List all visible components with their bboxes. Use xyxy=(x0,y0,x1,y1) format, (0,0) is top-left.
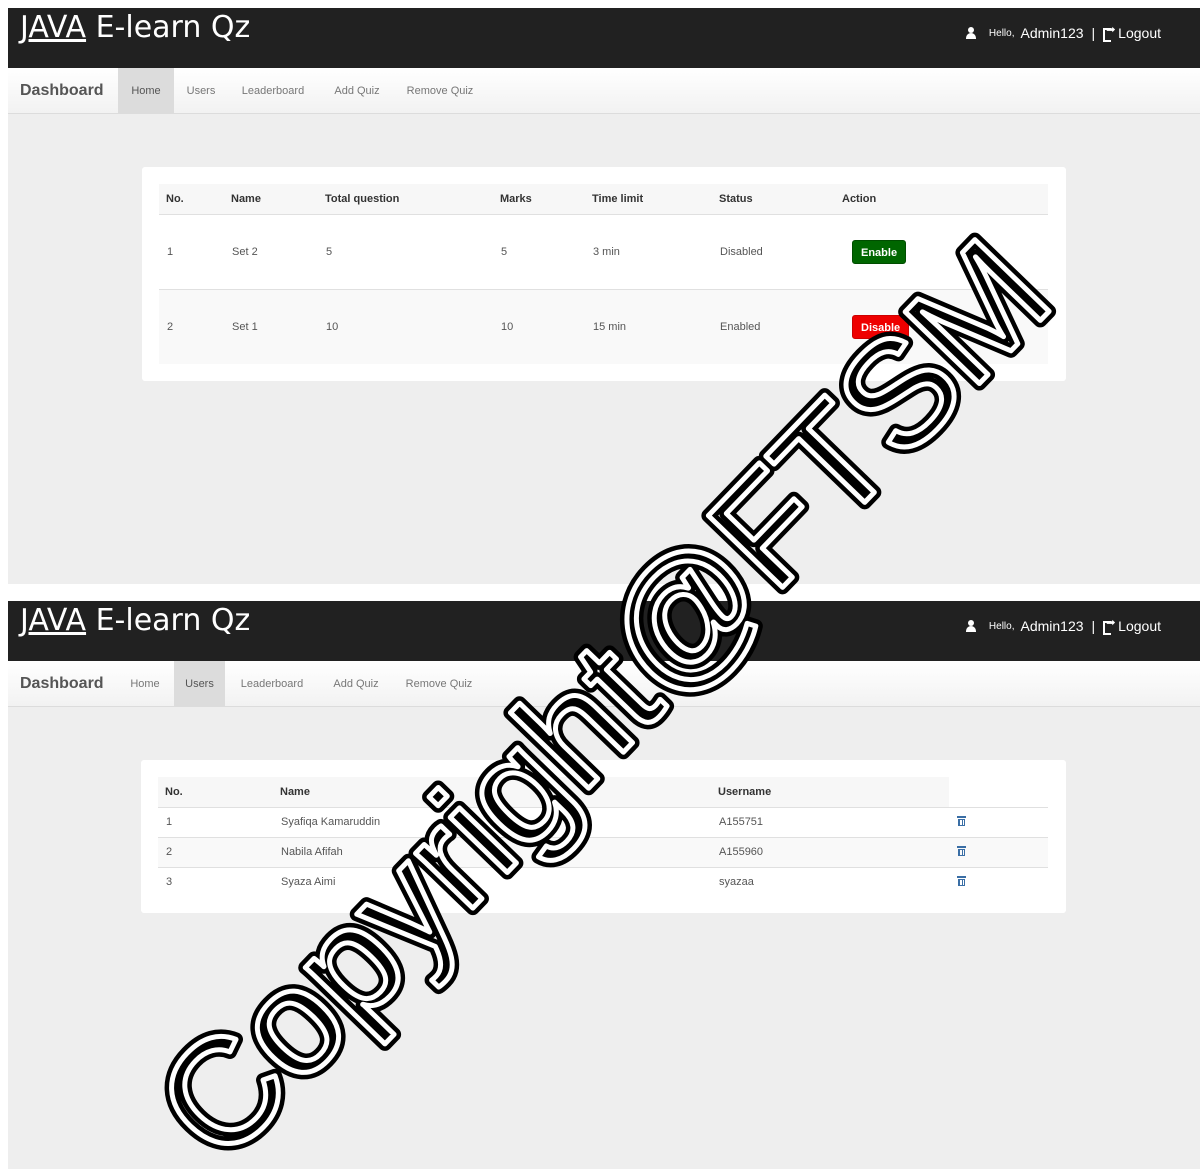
nav-item-remove-quiz[interactable]: Remove Quiz xyxy=(396,68,484,114)
cell-name: Set 2 xyxy=(224,213,318,289)
nav-item-leaderboard[interactable]: Leaderboard xyxy=(227,661,317,707)
users-panel: No. Name Username 1 Syafiqa Kamaruddin A… xyxy=(141,760,1066,913)
logout-icon xyxy=(1103,23,1115,42)
table-row: 1 Syafiqa Kamaruddin A155751 xyxy=(158,806,1048,837)
trash-icon[interactable] xyxy=(957,845,966,856)
cell-status: Enabled xyxy=(712,288,835,364)
nav-item-home[interactable]: Home xyxy=(118,661,172,707)
cell-no: 2 xyxy=(159,288,224,364)
cell-no: 2 xyxy=(158,836,273,867)
col-header-name: Name xyxy=(273,777,711,808)
cell-marks: 5 xyxy=(493,213,585,289)
col-header-action: Action xyxy=(835,184,1048,215)
logout-link[interactable]: Logout xyxy=(1103,23,1161,42)
cell-no: 1 xyxy=(158,806,273,837)
cell-delete xyxy=(949,836,1048,867)
nav-item-home[interactable]: Home xyxy=(118,68,174,114)
cell-total: 10 xyxy=(318,288,493,364)
top-bar: JAVA E-learn Qz Hello, Admin123 | Logout xyxy=(8,601,1200,661)
cell-username: A155751 xyxy=(711,806,949,837)
cell-time: 15 min xyxy=(585,288,712,364)
col-header-no: No. xyxy=(159,184,224,215)
col-header-no: No. xyxy=(158,777,273,808)
nav-item-add-quiz[interactable]: Add Quiz xyxy=(318,68,396,114)
cell-no: 3 xyxy=(158,866,273,897)
screenshot-home: JAVA E-learn Qz Hello, Admin123 | Logout… xyxy=(8,8,1200,584)
col-header-total-question: Total question xyxy=(318,184,493,215)
disable-button[interactable]: Disable xyxy=(852,314,910,339)
cell-name: Syafiqa Kamaruddin xyxy=(273,806,711,837)
nav-item-remove-quiz[interactable]: Remove Quiz xyxy=(395,661,483,707)
nav-bar: Dashboard Home Users Leaderboard Add Qui… xyxy=(8,68,1200,114)
quiz-table: No. Name Total question Marks Time limit… xyxy=(159,184,1048,364)
col-header-time-limit: Time limit xyxy=(585,184,712,215)
separator: | xyxy=(1091,618,1096,634)
col-header-delete xyxy=(949,777,1048,808)
cell-delete xyxy=(949,806,1048,837)
cell-marks: 10 xyxy=(493,288,585,364)
user-area: Hello, Admin123 | Logout xyxy=(965,23,1161,42)
user-area: Hello, Admin123 | Logout xyxy=(965,616,1161,635)
col-header-username: Username xyxy=(711,777,949,808)
cell-name: Set 1 xyxy=(224,288,318,364)
users-table-header: No. Name Username xyxy=(158,777,1048,808)
separator: | xyxy=(1091,25,1096,41)
enable-button[interactable]: Enable xyxy=(852,239,907,264)
screenshot-users: JAVA E-learn Qz Hello, Admin123 | Logout… xyxy=(8,601,1200,1169)
cell-username: syazaa xyxy=(711,866,949,897)
brand-rest: E-learn Qz xyxy=(86,603,251,638)
cell-no: 1 xyxy=(159,213,224,289)
cell-delete xyxy=(949,866,1048,897)
cell-action: Disable xyxy=(835,288,1048,364)
nav-bar: Dashboard Home Users Leaderboard Add Qui… xyxy=(8,661,1200,707)
logout-label: Logout xyxy=(1118,618,1161,634)
table-row: 2 Set 1 10 10 15 min Enabled Disable xyxy=(159,288,1048,364)
brand-java: JAVA xyxy=(20,10,87,45)
trash-icon[interactable] xyxy=(957,875,966,887)
brand-rest: E-learn Qz xyxy=(86,10,251,45)
hello-label: Hello, xyxy=(988,620,1015,632)
app-brand[interactable]: JAVA E-learn Qz xyxy=(20,603,250,638)
trash-icon[interactable] xyxy=(957,815,966,826)
table-row: 1 Set 2 5 5 3 min Disabled Enable xyxy=(159,213,1048,289)
nav-item-add-quiz[interactable]: Add Quiz xyxy=(317,661,395,707)
app-brand[interactable]: JAVA E-learn Qz xyxy=(20,10,250,45)
col-header-marks: Marks xyxy=(493,184,585,215)
quiz-panel: No. Name Total question Marks Time limit… xyxy=(142,167,1066,381)
nav-brand-dashboard[interactable]: Dashboard xyxy=(20,675,104,693)
top-bar: JAVA E-learn Qz Hello, Admin123 | Logout xyxy=(8,8,1200,68)
cell-time: 3 min xyxy=(585,213,712,289)
username-label: Admin123 xyxy=(1020,25,1084,41)
table-row: 3 Syaza Aimi syazaa xyxy=(158,866,1048,897)
col-header-status: Status xyxy=(712,184,835,215)
hello-label: Hello, xyxy=(988,27,1015,39)
col-header-name: Name xyxy=(224,184,318,215)
nav-brand-dashboard[interactable]: Dashboard xyxy=(20,82,104,100)
logout-icon xyxy=(1103,616,1115,635)
username-label: Admin123 xyxy=(1020,618,1084,634)
user-icon xyxy=(965,27,977,39)
cell-total: 5 xyxy=(318,213,493,289)
quiz-table-header: No. Name Total question Marks Time limit… xyxy=(159,184,1048,215)
table-row: 2 Nabila Afifah A155960 xyxy=(158,836,1048,867)
nav-item-users[interactable]: Users xyxy=(174,661,225,707)
cell-name: Syaza Aimi xyxy=(273,866,711,897)
brand-java: JAVA xyxy=(20,603,87,638)
users-table: No. Name Username 1 Syafiqa Kamaruddin A… xyxy=(158,777,1048,897)
user-icon xyxy=(965,620,977,632)
nav-item-leaderboard[interactable]: Leaderboard xyxy=(228,68,318,114)
logout-link[interactable]: Logout xyxy=(1103,616,1161,635)
cell-action: Enable xyxy=(835,213,1048,289)
logout-label: Logout xyxy=(1118,25,1161,41)
cell-username: A155960 xyxy=(711,836,949,867)
cell-status: Disabled xyxy=(712,213,835,289)
cell-name: Nabila Afifah xyxy=(273,836,711,867)
nav-item-users[interactable]: Users xyxy=(174,68,228,114)
